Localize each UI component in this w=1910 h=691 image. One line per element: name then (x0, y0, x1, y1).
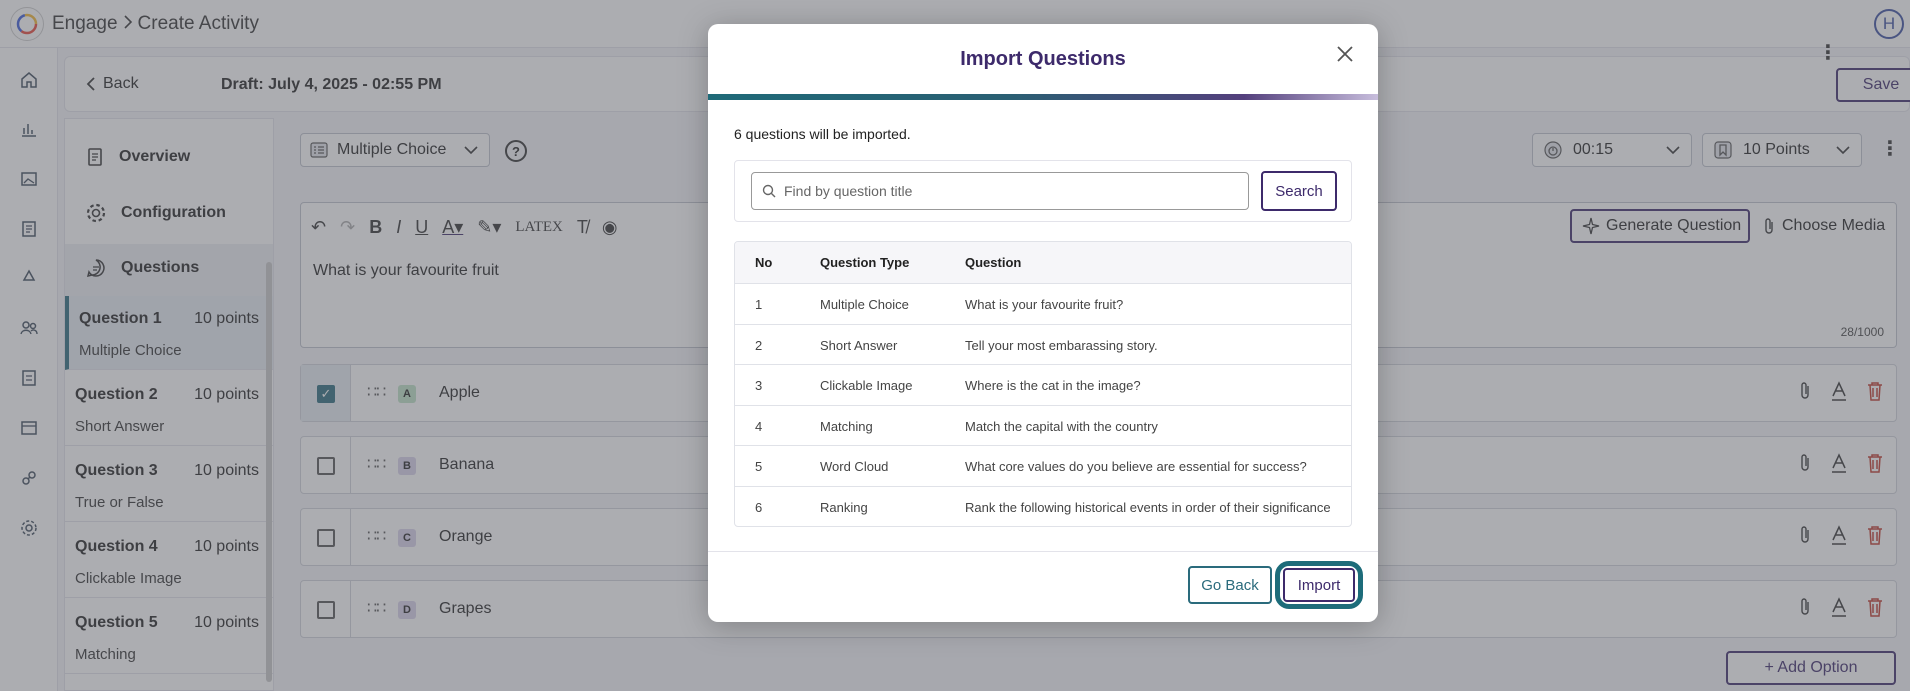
close-icon[interactable] (1333, 42, 1357, 66)
row-type: Clickable Image (820, 378, 913, 393)
row-question: Where is the cat in the image? (965, 378, 1141, 393)
row-type: Multiple Choice (820, 297, 909, 312)
questions-table: No Question Type Question 1 Multiple Cho… (734, 241, 1352, 527)
search-box: Find by question title Search (734, 160, 1352, 222)
row-question: Tell your most embarassing story. (965, 337, 1158, 353)
search-button[interactable]: Search (1261, 171, 1337, 211)
table-row[interactable]: 6 Ranking Rank the following historical … (735, 485, 1351, 527)
import-button[interactable]: Import (1283, 568, 1355, 602)
table-row[interactable]: 4 Matching Match the capital with the co… (735, 404, 1351, 446)
search-input[interactable]: Find by question title (751, 172, 1249, 210)
table-row[interactable]: 3 Clickable Image Where is the cat in th… (735, 364, 1351, 405)
modal-title: Import Questions (960, 48, 1126, 70)
row-no: 6 (755, 499, 763, 515)
row-question: What core values do you believe are esse… (965, 459, 1307, 474)
row-no: 3 (755, 378, 763, 393)
column-header-no: No (755, 255, 773, 270)
row-question: What is your favourite fruit? (965, 297, 1124, 312)
import-count-text: 6 questions will be imported. (734, 126, 911, 142)
modal-footer-divider (708, 551, 1378, 552)
table-row[interactable]: 2 Short Answer Tell your most embarassin… (735, 323, 1351, 365)
row-question: Match the capital with the country (965, 418, 1158, 434)
table-row[interactable]: 5 Word Cloud What core values do you bel… (735, 445, 1351, 486)
row-type: Short Answer (820, 337, 898, 353)
row-no: 2 (755, 337, 763, 353)
row-no: 5 (755, 459, 763, 474)
search-icon (762, 184, 776, 198)
row-type: Matching (820, 418, 873, 434)
search-placeholder: Find by question title (784, 183, 913, 199)
row-question: Rank the following historical events in … (965, 499, 1331, 515)
import-questions-modal: Import Questions 6 questions will be imp… (708, 24, 1378, 622)
column-header-question: Question (965, 255, 1022, 270)
table-header: No Question Type Question (735, 242, 1351, 283)
modal-accent-bar (708, 94, 1378, 100)
row-no: 1 (755, 297, 763, 312)
row-type: Ranking (820, 499, 868, 515)
row-no: 4 (755, 418, 763, 434)
row-type: Word Cloud (820, 459, 889, 474)
table-row[interactable]: 1 Multiple Choice What is your favourite… (735, 283, 1351, 324)
column-header-type: Question Type (820, 255, 910, 270)
go-back-button[interactable]: Go Back (1188, 566, 1272, 604)
